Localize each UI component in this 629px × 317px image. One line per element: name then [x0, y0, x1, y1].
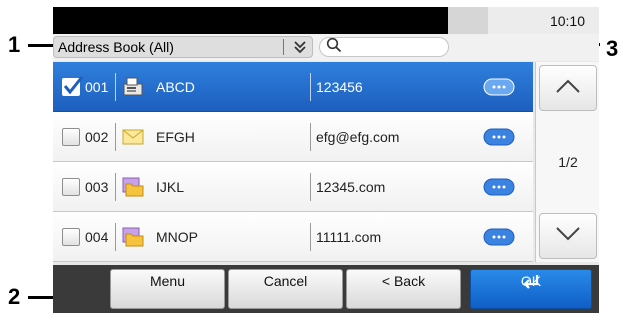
device-panel: 10:10 Address Book (All) 001 ABCD 123456…	[53, 7, 599, 313]
callout-3: 3	[606, 36, 619, 61]
folder-icon	[121, 225, 145, 249]
search-icon	[326, 37, 342, 58]
checkbox[interactable]	[62, 228, 80, 246]
bottom-bar: Menu Cancel < Back OK	[53, 265, 599, 313]
entry-name: MNOP	[156, 229, 198, 245]
entry-name: ABCD	[156, 79, 195, 95]
entry-name: EFGH	[156, 129, 195, 145]
entry-number: 001	[85, 79, 109, 95]
entry-number: 003	[85, 179, 109, 195]
search-input[interactable]	[319, 37, 449, 57]
cancel-button[interactable]: Cancel	[228, 269, 343, 309]
chevron-down-icon	[555, 226, 581, 247]
fax-icon	[121, 75, 145, 99]
back-button-label: < Back	[381, 273, 426, 289]
enter-icon	[471, 273, 591, 304]
clock: 10:10	[549, 13, 585, 29]
list-item[interactable]: 004 MNOP 11111.com	[53, 212, 533, 262]
back-button[interactable]: < Back	[346, 269, 461, 309]
entry-number: 002	[85, 129, 109, 145]
checkbox-checked[interactable]	[62, 76, 84, 96]
ok-button[interactable]: OK	[470, 269, 592, 309]
screen-figure: 1 2 3 10:10 Address Book (All) 001 ABCD …	[0, 0, 629, 317]
page-indicator: 1/2	[558, 154, 578, 170]
email-icon	[121, 125, 145, 149]
list-item[interactable]: 003 IJKL 12345.com	[53, 162, 533, 212]
folder-icon	[121, 175, 145, 199]
status-bar: 10:10	[53, 7, 599, 34]
list-item[interactable]: 001 ABCD 123456	[53, 62, 533, 112]
menu-button[interactable]: Menu	[110, 269, 225, 309]
details-button[interactable]	[483, 228, 515, 246]
cancel-button-label: Cancel	[263, 273, 308, 289]
pager: 1/2	[535, 62, 599, 262]
double-chevron-down-icon	[288, 37, 312, 57]
callout-1: 1	[8, 32, 21, 57]
entry-name: IJKL	[156, 179, 185, 195]
page-down-button[interactable]	[539, 213, 597, 259]
address-book-label: Address Book (All)	[58, 39, 174, 55]
entry-address: efg@efg.com	[316, 129, 400, 145]
chevron-up-icon	[555, 78, 581, 99]
details-button[interactable]	[483, 78, 515, 96]
checkbox[interactable]	[62, 128, 80, 146]
address-header: Address Book (All)	[53, 34, 599, 61]
details-button[interactable]	[483, 178, 515, 196]
list-item[interactable]: 002 EFGH efg@efg.com	[53, 112, 533, 162]
callout-2: 2	[8, 284, 21, 309]
menu-button-label: Menu	[149, 273, 186, 289]
page-up-button[interactable]	[539, 65, 597, 111]
entry-address: 123456	[316, 79, 363, 95]
checkbox[interactable]	[62, 178, 80, 196]
entry-address: 11111.com	[316, 229, 382, 245]
entry-address: 12345.com	[316, 179, 386, 195]
address-list: 001 ABCD 123456 002 EFGH efg@efg.com 003…	[53, 62, 533, 262]
entry-number: 004	[85, 229, 109, 245]
address-book-dropdown[interactable]: Address Book (All)	[53, 36, 313, 58]
details-button[interactable]	[483, 128, 515, 146]
